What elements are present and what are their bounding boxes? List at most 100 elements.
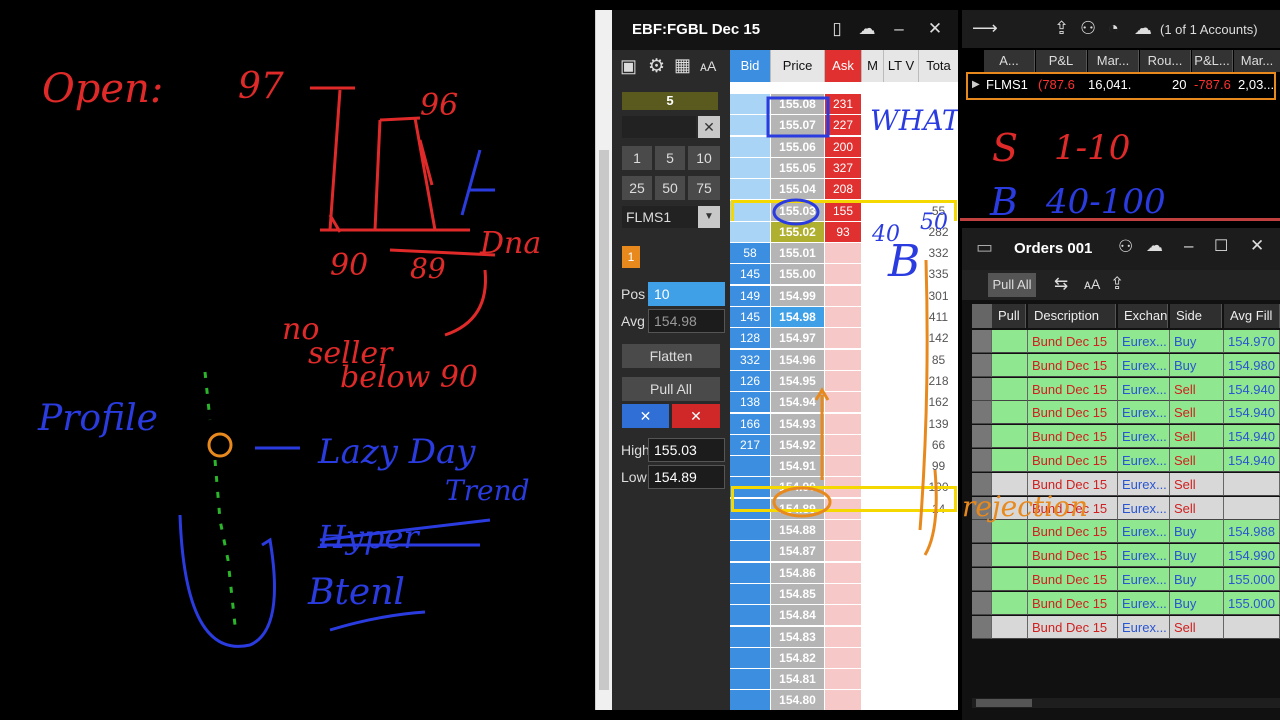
ladder-bid-cell[interactable] xyxy=(730,115,770,137)
export-icon[interactable]: ⇪ xyxy=(1110,274,1124,294)
ladder-price-cell[interactable]: 154.81 xyxy=(771,669,824,691)
ladder-ask-cell[interactable] xyxy=(825,647,861,669)
ladder-ask-cell[interactable] xyxy=(825,456,861,478)
ladder-ask-cell[interactable] xyxy=(825,307,861,328)
order-pull-cell[interactable] xyxy=(992,425,1028,449)
ladder-header-total[interactable]: Tota xyxy=(919,50,958,82)
ladder-price-cell[interactable]: 154.93 xyxy=(771,413,824,435)
ladder-bid-cell[interactable]: 58 xyxy=(730,243,770,265)
orders-pull-all-button[interactable]: Pull All xyxy=(988,273,1036,297)
ladder-price-cell[interactable]: 154.83 xyxy=(771,626,824,648)
ladder-header-ltv[interactable]: LT V xyxy=(884,50,919,82)
ladder-bid-cell[interactable] xyxy=(730,456,770,478)
horizontal-scrollbar[interactable] xyxy=(972,698,1280,708)
qty-input[interactable] xyxy=(622,116,696,138)
ladder-ask-cell[interactable]: 208 xyxy=(825,179,861,201)
qty-button-25[interactable]: 25 xyxy=(622,176,652,200)
close-icon[interactable]: ✕ xyxy=(924,19,946,39)
ladder-price-cell[interactable]: 154.96 xyxy=(771,349,824,371)
order-pull-cell[interactable] xyxy=(992,353,1028,377)
ladder-bid-cell[interactable]: 145 xyxy=(730,264,770,286)
swap-icon[interactable]: ⇆ xyxy=(1054,274,1068,294)
ladder-bid-cell[interactable] xyxy=(730,605,770,627)
ladder-bid-cell[interactable] xyxy=(730,647,770,669)
ladder-bid-cell[interactable]: 138 xyxy=(730,392,770,414)
ladder-bid-cell[interactable]: 126 xyxy=(730,370,770,392)
orders-header-side[interactable]: Side xyxy=(1170,304,1222,328)
ladder-price-cell[interactable]: 154.91 xyxy=(771,456,824,478)
gear-icon[interactable]: ⚙ xyxy=(648,55,665,78)
cancel-sells-button[interactable]: ✕ xyxy=(672,404,720,428)
pos-header-pnl2[interactable]: P&L... xyxy=(1192,50,1233,72)
pie-icon[interactable]: ◔ xyxy=(1108,18,1119,39)
order-pull-cell[interactable] xyxy=(992,615,1028,639)
qty-button-50[interactable]: 50 xyxy=(655,176,685,200)
ladder-bid-cell[interactable]: 128 xyxy=(730,328,770,350)
ladder-bid-cell[interactable] xyxy=(730,690,770,710)
order-pull-cell[interactable] xyxy=(992,377,1028,401)
orders-header-avg-fill[interactable]: Avg Fill xyxy=(1224,304,1280,328)
ladder-ask-cell[interactable] xyxy=(825,690,861,710)
ladder-ask-cell[interactable] xyxy=(825,349,861,371)
ladder-ask-cell[interactable] xyxy=(825,626,861,648)
vertical-scrollbar[interactable] xyxy=(595,10,613,710)
ladder-ask-cell[interactable] xyxy=(825,520,861,541)
cloud-icon[interactable]: ☁ xyxy=(856,19,878,39)
ladder-price-cell[interactable]: 155.04 xyxy=(771,179,824,201)
ladder-bid-cell[interactable]: 149 xyxy=(730,285,770,307)
ladder-ask-cell[interactable] xyxy=(825,434,861,456)
qty-display[interactable]: 5 xyxy=(622,92,718,110)
ladder-price-cell[interactable]: 154.85 xyxy=(771,583,824,605)
users-icon[interactable]: ⚇ xyxy=(1118,237,1133,257)
font-size-icon[interactable]: ᴀA xyxy=(700,58,716,74)
layout-icon[interactable]: ▯ xyxy=(826,19,848,39)
ladder-ask-cell[interactable] xyxy=(825,285,861,307)
ladder-price-cell[interactable]: 155.06 xyxy=(771,136,824,158)
order-pull-cell[interactable] xyxy=(992,330,1028,353)
ladder-ask-cell[interactable] xyxy=(825,370,861,392)
ladder-bid-cell[interactable]: 332 xyxy=(730,349,770,371)
ladder-price-cell[interactable]: 155.05 xyxy=(771,157,824,179)
panel-icon[interactable]: ▣ xyxy=(620,56,637,77)
ladder-price-cell[interactable]: 154.80 xyxy=(771,690,824,710)
ladder-bid-cell[interactable]: 166 xyxy=(730,413,770,435)
ladder-price-cell[interactable]: 155.08 xyxy=(771,94,824,115)
maximize-icon[interactable]: ☐ xyxy=(1214,236,1228,256)
ladder-price-cell[interactable]: 154.98 xyxy=(771,307,824,328)
chevron-down-icon[interactable]: ▼ xyxy=(698,206,720,228)
qty-button-10[interactable]: 10 xyxy=(688,146,720,170)
ladder-bid-cell[interactable]: 145 xyxy=(730,307,770,328)
qty-clear-button[interactable]: ✕ xyxy=(698,116,720,138)
ladder-price-cell[interactable]: 154.99 xyxy=(771,285,824,307)
ladder-ask-cell[interactable] xyxy=(825,605,861,627)
ladder-bid-cell[interactable] xyxy=(730,179,770,201)
order-pull-cell[interactable] xyxy=(992,544,1028,568)
close-icon[interactable]: ✕ xyxy=(1250,236,1264,256)
account-select[interactable]: FLMS1 ▼ xyxy=(622,206,720,228)
ladder-ask-cell[interactable]: 200 xyxy=(825,136,861,158)
ladder-price-cell[interactable]: 154.87 xyxy=(771,541,824,563)
ladder-price-cell[interactable]: 155.02 xyxy=(771,221,824,243)
order-pull-cell[interactable] xyxy=(992,449,1028,472)
horizontal-scrollbar-thumb[interactable] xyxy=(976,699,1032,707)
pos-header-pnl[interactable]: P&L xyxy=(1036,50,1087,72)
ladder-bid-cell[interactable] xyxy=(730,157,770,179)
order-badge[interactable]: 1 xyxy=(622,246,640,268)
pos-header-margin2[interactable]: Mar... xyxy=(1234,50,1280,72)
ladder-price-cell[interactable]: 155.00 xyxy=(771,264,824,286)
ladder-price-cell[interactable]: 154.92 xyxy=(771,434,824,456)
ladder-ask-cell[interactable]: 93 xyxy=(825,221,861,243)
ladder-price-cell[interactable]: 154.88 xyxy=(771,520,824,541)
ladder-bid-cell[interactable] xyxy=(730,626,770,648)
users-icon[interactable]: ⚇ xyxy=(1080,18,1096,39)
order-pull-cell[interactable] xyxy=(992,591,1028,615)
ladder-bid-cell[interactable] xyxy=(730,136,770,158)
ladder-header-price[interactable]: Price xyxy=(771,50,825,82)
cloud-icon[interactable]: ☁ xyxy=(1146,236,1163,256)
ladder-header-m[interactable]: M xyxy=(862,50,884,82)
ladder-ask-cell[interactable] xyxy=(825,392,861,414)
row-expand-icon[interactable]: ▶ xyxy=(972,74,980,96)
orders-header-exchange[interactable]: Exchan xyxy=(1118,304,1168,328)
ladder-ask-cell[interactable] xyxy=(825,328,861,350)
ladder-ask-cell[interactable] xyxy=(825,243,861,265)
